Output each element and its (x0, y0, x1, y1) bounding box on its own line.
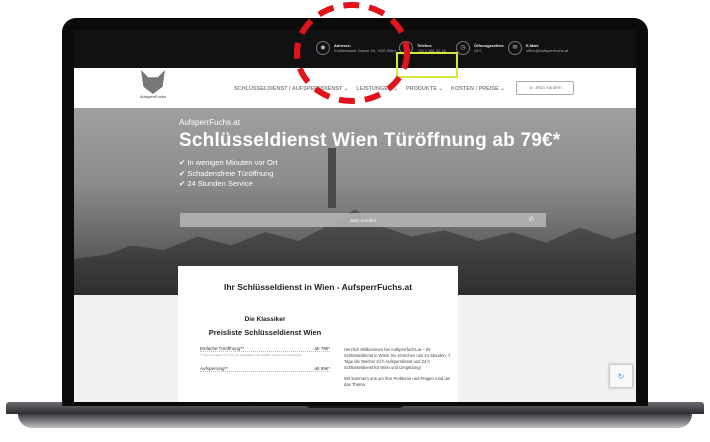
section-title: Ihr Schlüsseldienst in Wien - AufsperrFu… (223, 282, 413, 292)
klassiker-heading: Die Klassiker (244, 316, 286, 323)
preisliste-heading: Preisliste Schlüsseldienst Wien (208, 328, 322, 337)
intro-card: Ihr Schlüsseldienst in Wien - AufsperrFu… (178, 266, 458, 402)
clock-icon: ◷ (456, 41, 470, 55)
fox-logo[interactable]: AufsperrFuchs (126, 70, 180, 106)
benefit-item: In wenigen Minuten vor Ort (179, 158, 277, 169)
price-row: Einfache Türöffnung** ab 79€* (200, 346, 330, 352)
hours-value: 24/7 (474, 48, 482, 53)
price-value: ab 79€* (314, 346, 330, 351)
nav-item-kosten[interactable]: KOSTEN / PREISE ⌄ (451, 86, 505, 92)
hero-call-button[interactable]: Jetzt Anrufen ✆ (180, 213, 546, 227)
hero-benefits: In wenigen Minuten vor Ort Schadensfreie… (179, 158, 277, 190)
price-note: ** eine normalen Tür (Tür nur zugefallen… (200, 353, 302, 357)
welcome-paragraph: Wir kümmern uns um Ihre Probleme und Fra… (344, 376, 451, 387)
laptop-base-bottom (18, 414, 692, 428)
welcome-text: Herzlich Willkommen bei Aufsperrfuchs.at… (344, 347, 458, 388)
call-now-button[interactable]: ☏ Jetzt Anrufen (516, 81, 574, 95)
benefit-item: 24 Stunden Service (179, 179, 277, 190)
email-info[interactable]: ✉ E-Mail: office@aufsperrfuchs.at (508, 41, 568, 55)
hours-info: ◷ Öffnungszeiten: 24/7 (456, 41, 504, 55)
benefit-item: Schadensfreie Türöffnung (179, 169, 277, 180)
email-icon: ✉ (508, 41, 522, 55)
price-list: Die Klassiker Preisliste Schlüsseldienst… (200, 316, 330, 372)
logo-text: AufsperrFuchs (139, 94, 166, 99)
phone-icon: ✆ (528, 217, 534, 223)
price-name: Einfache Türöffnung** (200, 346, 244, 351)
welcome-paragraph: Herzlich Willkommen bei Aufsperrfuchs.at… (344, 347, 451, 370)
fox-icon (141, 70, 165, 94)
price-name: Aufsperrung** (200, 366, 229, 371)
recaptcha-badge[interactable]: ↻ (609, 364, 633, 388)
laptop-base (0, 402, 710, 442)
price-value: ab 99€* (314, 366, 330, 371)
nav-item-produkte[interactable]: PRODUKTE ⌄ (406, 86, 443, 92)
hero-call-label: Jetzt Anrufen (349, 217, 377, 223)
hero-subtitle: AufsperrFuchs.at (179, 118, 240, 127)
red-dashed-circle (294, 2, 410, 104)
price-row: Aufsperrung** ab 99€* (200, 366, 330, 372)
hero-title: Schlüsseldienst Wien Türöffnung ab 79€* (179, 130, 561, 151)
cathedral-spire (328, 148, 336, 208)
email-value[interactable]: office@aufsperrfuchs.at (526, 48, 568, 53)
